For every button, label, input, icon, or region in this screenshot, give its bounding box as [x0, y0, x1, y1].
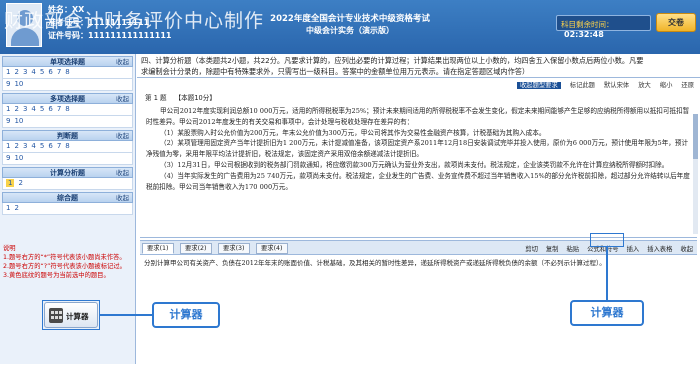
number-row: 12345678 [2, 104, 133, 116]
answer-tab-1[interactable]: 要求(1) [142, 243, 174, 254]
question-paragraph: （4）当年实际发生的广告费用为25 740万元，款项尚未支付。税法规定，企业发生… [146, 171, 690, 191]
question-number[interactable]: 3 [23, 105, 27, 113]
question-number[interactable]: 2 [14, 105, 18, 113]
copy-button[interactable]: 复制 [546, 246, 559, 253]
number-row: 9 10 [2, 153, 133, 165]
number-row: 9 10 [2, 116, 133, 128]
calculator-callout-left: 计算器 [152, 302, 220, 328]
collapse-toggle[interactable]: 收起 [116, 57, 129, 67]
calculator-tool-highlight [590, 233, 624, 247]
question-number[interactable]: 6 [48, 142, 52, 150]
answer-tab-4[interactable]: 要求(4) [256, 243, 288, 254]
notes-heading: 说明 [3, 245, 16, 252]
zoom-out-button[interactable]: 缩小 [660, 82, 673, 89]
legend-notes: 说明 1.题号右方的“*”符号代表该小题尚未作答。 2.题号右方的“?”符号代表… [3, 244, 133, 280]
section-single-choice[interactable]: 单项选择题 收起 [2, 56, 133, 67]
answer-tab-2[interactable]: 要求(2) [180, 243, 212, 254]
collapse-answer-button[interactable]: 收起 [680, 246, 693, 253]
question-number[interactable]: 10 [14, 154, 23, 162]
question-number[interactable]: 10 [14, 117, 23, 125]
section-true-false[interactable]: 判断题 收起 [2, 130, 133, 141]
section-calculation-analysis[interactable]: 计算分析题 收起 [2, 167, 133, 178]
question-number[interactable]: 4 [31, 105, 35, 113]
section-comprehensive[interactable]: 综合题 收起 [2, 192, 133, 203]
question-pager: 第 1 题【本题10分】 [137, 92, 700, 103]
question-instructions-cont: 求编制会计分录的，除题中有特殊要求外，只需写出一级科目。答案中的金额单位用万元表… [137, 67, 700, 78]
note-line: 1.题号右方的“*”符号代表该小题尚未作答。 [3, 254, 126, 261]
number-row: 12345678 [2, 141, 133, 153]
question-number[interactable]: 5 [40, 105, 44, 113]
collapse-toggle[interactable]: 收起 [116, 168, 129, 178]
cut-button[interactable]: 剪切 [525, 246, 538, 253]
mark-question-button[interactable]: 标记此题 [570, 82, 595, 89]
number-row: 12 [2, 178, 133, 190]
question-number[interactable]: 2 [14, 204, 18, 212]
submit-button[interactable]: 交卷 [656, 13, 696, 32]
callout-connector [100, 314, 152, 316]
calculator-callout-right: 计算器 [570, 300, 644, 326]
section-multiple-choice[interactable]: 多项选择题 收起 [2, 93, 133, 104]
calculator-highlight [42, 300, 100, 330]
scroll-thumb[interactable] [693, 114, 698, 159]
question-number[interactable]: 9 [6, 117, 10, 125]
timer-value: 02:32:48 [564, 30, 604, 39]
question-number[interactable]: 7 [57, 142, 61, 150]
callout-connector [606, 247, 608, 301]
top-header-bar: 姓名：XX 准考证号：11111111111 证件号码：111111111111… [0, 0, 700, 54]
question-paragraph: 甲公司2012年度实现利润总额10 000万元，适用的所得税税率为25%；预计未… [146, 107, 690, 126]
collapse-toggle[interactable]: 收起 [116, 193, 129, 203]
question-number[interactable]: 2 [14, 142, 18, 150]
question-number[interactable]: 1 [6, 68, 10, 76]
question-number[interactable]: 6 [48, 105, 52, 113]
question-instructions: 四、计算分析题（本类题共2小题，共22分。凡要求计算的，应列出必要的计算过程；计… [141, 56, 644, 65]
question-number[interactable]: 1 [6, 204, 10, 212]
font-select[interactable]: 默认宋体 [604, 82, 629, 89]
question-number[interactable]: 5 [40, 142, 44, 150]
question-number[interactable]: 3 [23, 142, 27, 150]
collapse-toggle[interactable]: 收起 [116, 94, 129, 104]
question-number-current[interactable]: 1 [6, 179, 15, 187]
timer: 科目剩余时间：02:32:48 [556, 15, 651, 39]
question-paragraph: （3）12月31日，甲公司根据收到的税务部门罚款通知，将应缴罚款300万元确认为… [160, 160, 669, 169]
question-number[interactable]: 8 [65, 142, 69, 150]
question-number[interactable]: 8 [65, 68, 69, 76]
question-number[interactable]: 10 [14, 80, 23, 88]
question-number[interactable]: 2 [14, 68, 18, 76]
formula-button[interactable]: 公式和符号 [587, 246, 618, 253]
note-line: 2.题号右方的“?”符号代表该小题被标记过。 [3, 263, 126, 270]
paste-button[interactable]: 粘贴 [566, 246, 579, 253]
number-row: 9 10 [2, 79, 133, 91]
note-line: 3.黄色底纹的题号为当前选中的题目。 [3, 272, 110, 279]
insert-button[interactable]: 插入 [627, 246, 640, 253]
number-row: 12345678 [2, 67, 133, 79]
question-number[interactable]: 3 [23, 68, 27, 76]
question-body: 甲公司2012年度实现利润总额10 000万元，适用的所得税税率为25%；预计未… [140, 103, 697, 238]
question-paragraph: （1）某股票购入时公允价值为200万元，年末公允价值为300万元，甲公司将其作为… [160, 128, 546, 137]
question-toolbar: 收起题型要求 标记此题 默认宋体 放大 缩小 还原 [137, 78, 700, 92]
question-number[interactable]: 2 [18, 179, 22, 187]
question-number[interactable]: 4 [31, 142, 35, 150]
question-number[interactable]: 4 [31, 68, 35, 76]
collapse-toggle[interactable]: 收起 [116, 131, 129, 141]
question-paragraph: （2）某项管理用固定资产当年计提折旧为1 200万元，未计提减值准备，该项固定资… [146, 139, 689, 159]
question-score: 【本题10分】 [174, 94, 216, 102]
number-row: 12 [2, 203, 133, 215]
question-number[interactable]: 8 [65, 105, 69, 113]
zoom-in-button[interactable]: 放大 [638, 82, 651, 89]
question-number[interactable]: 9 [6, 154, 10, 162]
reset-button[interactable]: 还原 [681, 82, 694, 89]
question-index: 第 1 题 [145, 94, 167, 102]
question-number[interactable]: 7 [57, 105, 61, 113]
question-number[interactable]: 6 [48, 68, 52, 76]
answer-tab-3[interactable]: 要求(3) [218, 243, 250, 254]
question-number[interactable]: 9 [6, 80, 10, 88]
question-number[interactable]: 1 [6, 105, 10, 113]
question-number[interactable]: 5 [40, 68, 44, 76]
question-number[interactable]: 7 [57, 68, 61, 76]
timer-label: 科目剩余时间： [561, 20, 614, 29]
question-number[interactable]: 1 [6, 142, 10, 150]
question-scrollbar[interactable] [693, 114, 698, 234]
insert-table-button[interactable]: 插入表格 [647, 246, 672, 253]
collapse-requirements-button[interactable]: 收起题型要求 [516, 82, 561, 89]
